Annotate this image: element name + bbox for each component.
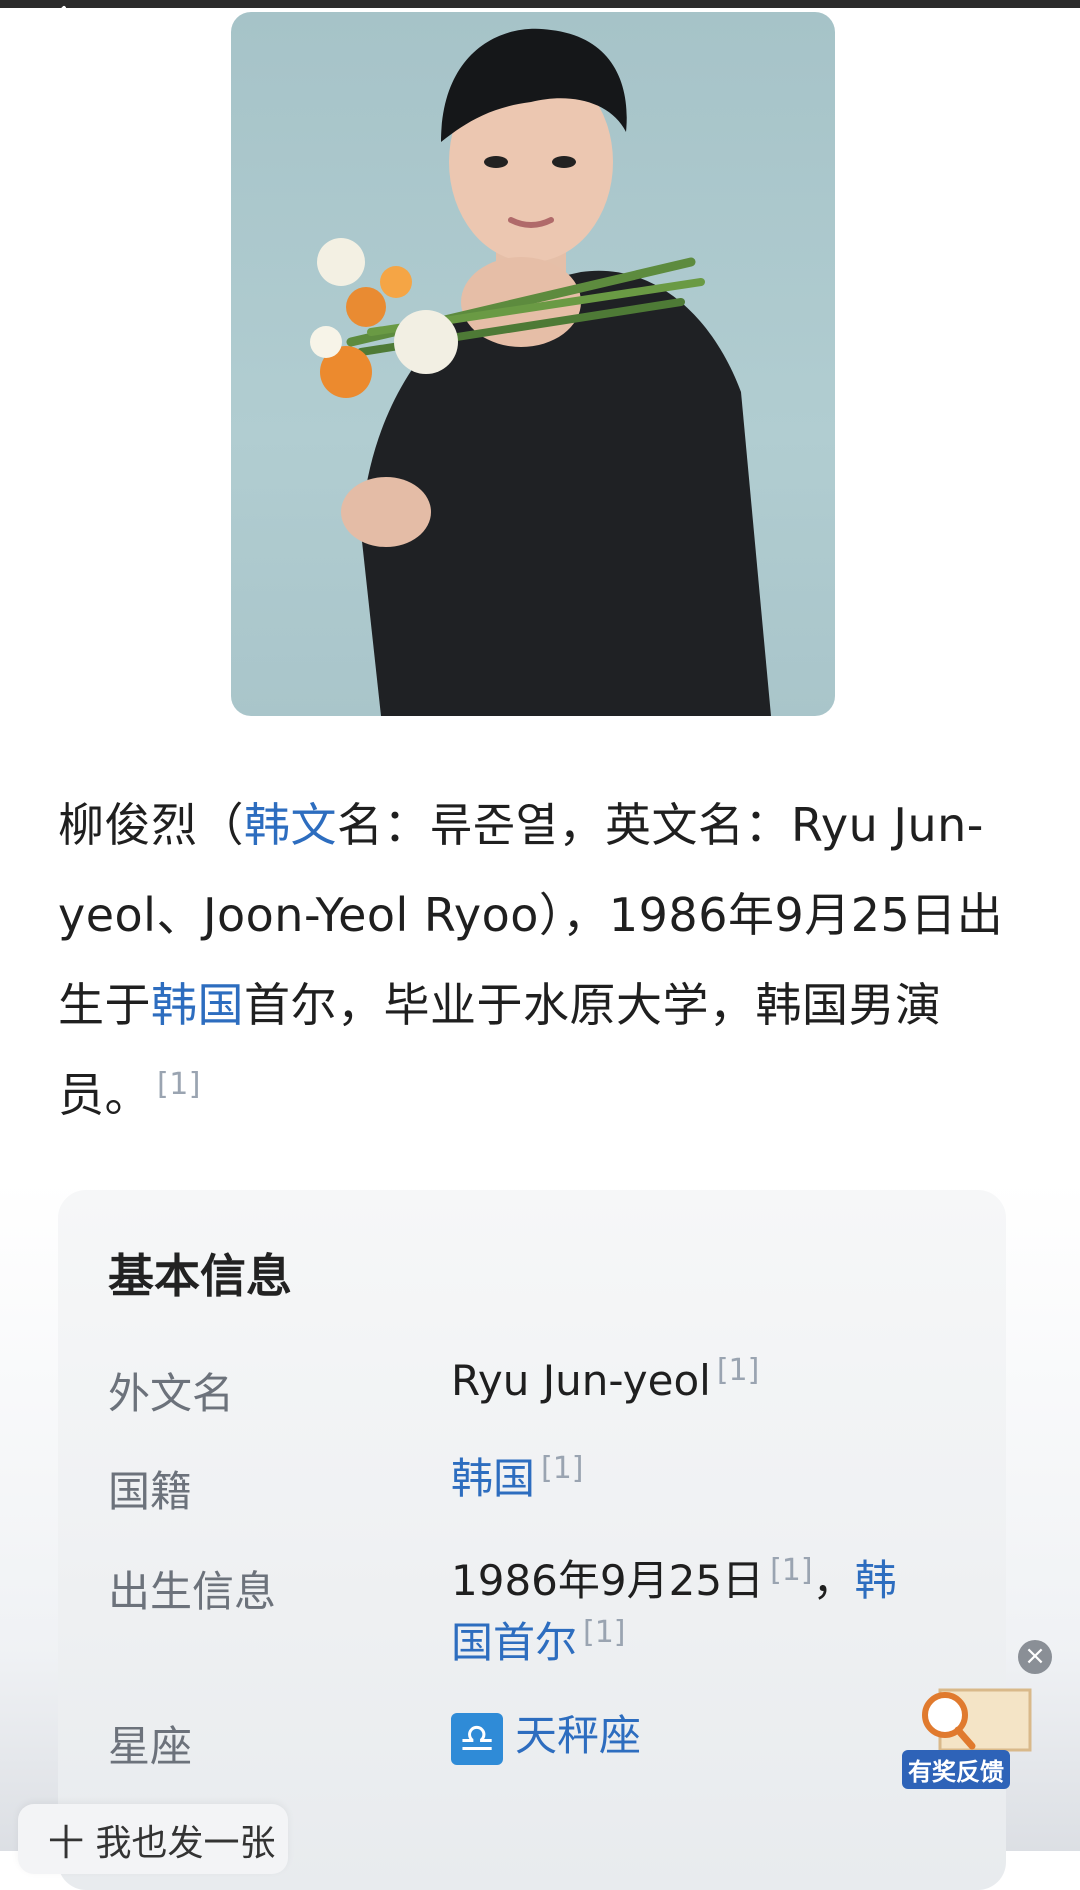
separator: ， (812, 1556, 855, 1605)
card-title: 基本信息 (108, 1249, 292, 1303)
basic-info-card: 基本信息 外文名 Ryu Jun-yeol [1] 国籍 韩国 [1] 出生信息 1… (58, 1190, 1006, 1890)
label-birth-info: 出生信息 (108, 1567, 277, 1616)
foreign-name-text: Ryu Jun-yeol (451, 1356, 711, 1405)
value-nationality: 韩国 [1] (451, 1448, 931, 1510)
reference-link[interactable]: [1] (541, 1451, 584, 1486)
feedback-label: 有奖反馈 (902, 1750, 1010, 1789)
portrait-photo[interactable] (231, 12, 835, 716)
reference-link[interactable]: [1] (770, 1553, 813, 1588)
value-birth-info: 1986年9月25日 [1]，韩国首尔 [1] (451, 1550, 931, 1674)
zodiac-link[interactable]: 天秤座 (515, 1711, 641, 1760)
libra-icon: ♎ (451, 1712, 503, 1765)
nationality-link[interactable]: 韩国 (451, 1454, 535, 1503)
value-zodiac: ♎ 天秤座 (451, 1705, 931, 1767)
label-nationality: 国籍 (108, 1467, 193, 1516)
intro-paragraph: 柳俊烈（韩文名：류준열，英文名：Ryu Jun-yeol、Joon-Yeol R… (58, 780, 1018, 1140)
feedback-widget[interactable]: × 有奖反馈 (898, 1640, 1052, 1790)
link-korea[interactable]: 韩国 (151, 978, 244, 1032)
back-button[interactable] (30, 4, 80, 54)
chevron-left-icon (44, 6, 66, 46)
label-foreign-name: 外文名 (108, 1369, 235, 1418)
portrait-illustration (310, 28, 771, 716)
intro-text-1: 柳俊烈（ (58, 798, 244, 852)
link-korean[interactable]: 韩文 (244, 798, 337, 852)
label-zodiac: 星座 (108, 1722, 193, 1771)
reference-link[interactable]: [1] (717, 1353, 760, 1388)
status-bar (0, 0, 1080, 8)
reference-link[interactable]: [1] (157, 1067, 201, 1102)
post-also-label: 十 我也发一张 (48, 1823, 276, 1864)
reference-link[interactable]: [1] (583, 1615, 626, 1650)
close-icon[interactable]: × (1018, 1640, 1052, 1674)
post-also-button[interactable]: 十 我也发一张 (18, 1804, 288, 1874)
value-foreign-name: Ryu Jun-yeol [1] (451, 1350, 931, 1412)
birth-date-text: 1986年9月25日 (451, 1556, 765, 1605)
